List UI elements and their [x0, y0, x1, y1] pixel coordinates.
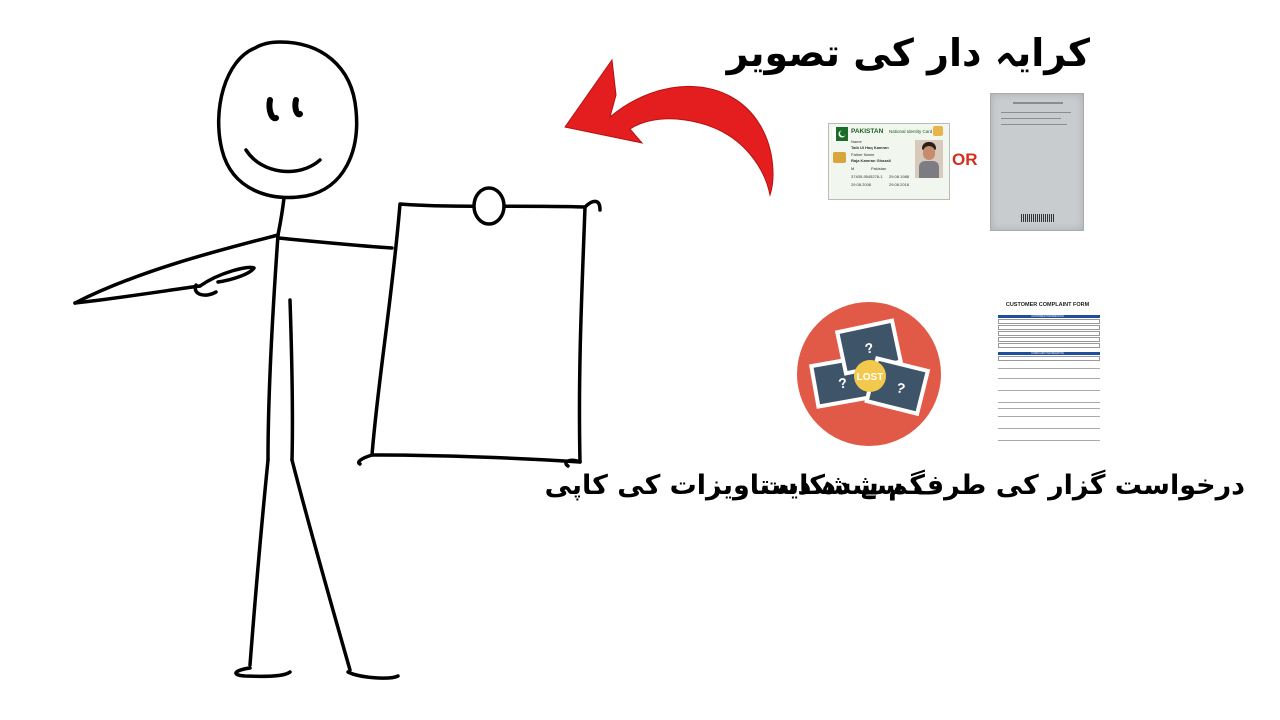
pakistan-flag-icon: [832, 127, 848, 141]
form-title: CUSTOMER COMPLAINT FORM: [1005, 302, 1090, 308]
lost-documents-icon: ? ? ? LOST: [797, 302, 941, 446]
caption-complaint: درخواست گزار کی طرف سے شکایت: [760, 470, 1245, 501]
country-of-stay: Pakistan: [871, 166, 887, 171]
caption-lost-documents: گم شدہ دستاویزات کی کاپی: [544, 470, 925, 501]
thumb: [472, 186, 506, 226]
gender: M: [851, 166, 855, 171]
chip-icon: [833, 152, 846, 163]
date-of-expiry: 29.08.2018: [889, 182, 910, 187]
national-id-card-image: PAKISTAN National Identity Card Name Tai…: [828, 123, 950, 200]
father-label: Father Name: [851, 152, 875, 157]
blank-paper: [370, 202, 587, 464]
card-name: National Identity Card: [889, 129, 933, 134]
date-of-birth: 29.08.1988: [889, 174, 910, 179]
scanned-document-image: [990, 93, 1084, 231]
date-of-issue: 29.08.2008: [851, 182, 872, 187]
page-title: کرایہ دار کی تصویر: [726, 31, 1090, 75]
portrait-photo: [915, 140, 943, 178]
card-country: PAKISTAN: [851, 128, 884, 135]
name-label: Name: [851, 139, 862, 144]
identity-number: 37405-9545278-1: [851, 174, 883, 179]
lost-label: LOST: [857, 372, 884, 383]
form-section-complaint: COMPLAINT INFORMATION: [1031, 352, 1064, 355]
head: [216, 40, 359, 200]
card-holder-name: Taib Ul Haq Kamran: [851, 145, 889, 150]
or-label: OR: [952, 150, 978, 169]
father-name: Raja Kamran Ghazali: [851, 158, 891, 163]
form-section-customer: CUSTOMER INFORMATION: [1031, 315, 1064, 318]
customer-complaint-form-image: CUSTOMER COMPLAINT FORM CUSTOMER INFORMA…: [990, 298, 1105, 443]
